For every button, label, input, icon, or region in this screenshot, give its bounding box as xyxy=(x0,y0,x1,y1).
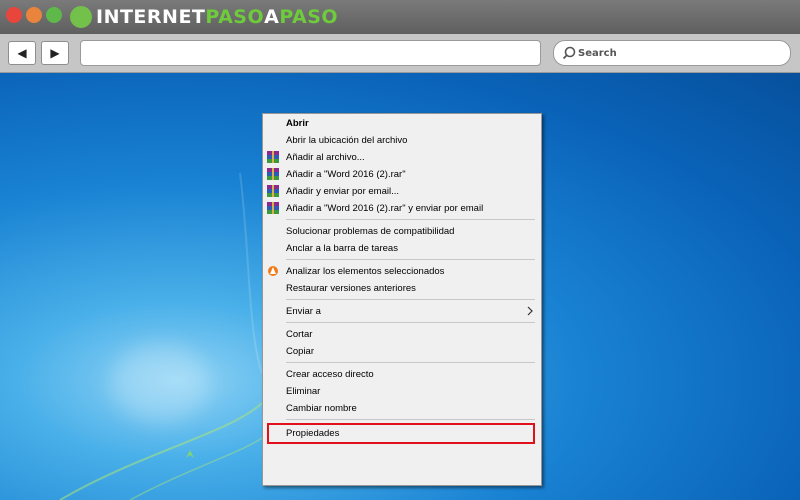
menu-item-anadir-email[interactable]: Añadir y enviar por email... xyxy=(263,182,539,200)
menu-item-label: Añadir a "Word 2016 (2).rar" xyxy=(286,168,406,180)
highlight-box xyxy=(267,423,535,444)
menu-item-solucionar-compatibilidad[interactable]: Solucionar problemas de compatibilidad xyxy=(263,222,539,240)
menu-item-label: Cortar xyxy=(286,328,313,340)
minimize-window-button[interactable] xyxy=(26,7,42,23)
menu-item-restaurar-versiones[interactable]: Restaurar versiones anteriores xyxy=(263,279,539,297)
search-input[interactable]: Search xyxy=(553,40,791,66)
back-button[interactable]: ◀ xyxy=(8,41,36,65)
avast-icon xyxy=(268,266,278,276)
winrar-icon xyxy=(267,168,279,180)
menu-item-label: Solucionar problemas de compatibilidad xyxy=(286,225,455,237)
menu-item-label: Cambiar nombre xyxy=(286,402,357,414)
menu-item-label: Anclar a la barra de tareas xyxy=(286,242,398,254)
desktop-wallpaper: Abrir Abrir la ubicación del archivo Aña… xyxy=(0,73,800,500)
menu-separator xyxy=(286,219,535,220)
menu-item-label: Añadir al archivo... xyxy=(286,151,365,163)
menu-item-anadir-rar[interactable]: Añadir a "Word 2016 (2).rar" xyxy=(263,165,539,183)
back-arrow-icon: ◀ xyxy=(17,46,27,60)
search-icon xyxy=(562,46,576,60)
menu-item-label: Añadir a "Word 2016 (2).rar" y enviar po… xyxy=(286,202,484,214)
logo-text-2: PASO xyxy=(205,6,265,28)
context-menu: Abrir Abrir la ubicación del archivo Aña… xyxy=(262,113,542,486)
menu-item-anclar-barra[interactable]: Anclar a la barra de tareas xyxy=(263,239,539,257)
winrar-icon xyxy=(267,202,279,214)
logo-text-4: PASO xyxy=(279,6,339,28)
menu-separator xyxy=(286,322,535,323)
winrar-icon xyxy=(267,185,279,197)
close-window-button[interactable] xyxy=(6,7,22,23)
menu-item-cortar[interactable]: Cortar xyxy=(263,325,539,343)
menu-item-label: Abrir xyxy=(286,117,309,129)
address-bar[interactable] xyxy=(80,40,541,66)
menu-item-label: Abrir la ubicación del archivo xyxy=(286,134,408,146)
menu-item-anadir-rar-email[interactable]: Añadir a "Word 2016 (2).rar" y enviar po… xyxy=(263,199,539,217)
logo-text-1: INTERNET xyxy=(96,6,206,28)
chevron-right-icon xyxy=(527,306,533,316)
menu-separator xyxy=(286,299,535,300)
menu-item-enviar-a[interactable]: Enviar a xyxy=(263,302,539,320)
forward-button[interactable]: ▶ xyxy=(41,41,69,65)
menu-item-cambiar-nombre[interactable]: Cambiar nombre xyxy=(263,399,539,417)
site-logo: INTERNET PASO A PASO xyxy=(70,5,338,29)
menu-item-copiar[interactable]: Copiar xyxy=(263,342,539,360)
menu-item-anadir-archivo[interactable]: Añadir al archivo... xyxy=(263,148,539,166)
winrar-icon xyxy=(267,151,279,163)
browser-toolbar: ◀ ▶ Search xyxy=(0,34,800,73)
browser-window: INTERNET PASO A PASO ◀ ▶ Search Abrir Ab… xyxy=(0,0,800,500)
menu-item-abrir[interactable]: Abrir xyxy=(263,114,539,132)
menu-item-label: Copiar xyxy=(286,345,314,357)
maximize-window-button[interactable] xyxy=(46,7,62,23)
menu-item-label: Analizar los elementos seleccionados xyxy=(286,265,445,277)
menu-item-analizar[interactable]: Analizar los elementos seleccionados xyxy=(263,262,539,280)
menu-item-crear-acceso[interactable]: Crear acceso directo xyxy=(263,365,539,383)
menu-separator xyxy=(286,259,535,260)
search-placeholder: Search xyxy=(578,47,617,59)
menu-item-label: Eliminar xyxy=(286,385,321,397)
logo-text-3: A xyxy=(264,6,280,28)
menu-item-label: Enviar a xyxy=(286,305,321,317)
menu-separator xyxy=(286,362,535,363)
logo-icon xyxy=(70,6,92,28)
menu-item-label: Añadir y enviar por email... xyxy=(286,185,399,197)
menu-separator xyxy=(286,419,535,420)
menu-item-eliminar[interactable]: Eliminar xyxy=(263,382,539,400)
title-bar: INTERNET PASO A PASO xyxy=(0,0,800,34)
menu-item-abrir-ubicacion[interactable]: Abrir la ubicación del archivo xyxy=(263,131,539,149)
menu-item-label: Restaurar versiones anteriores xyxy=(286,282,416,294)
forward-arrow-icon: ▶ xyxy=(50,46,60,60)
menu-item-label: Crear acceso directo xyxy=(286,368,374,380)
